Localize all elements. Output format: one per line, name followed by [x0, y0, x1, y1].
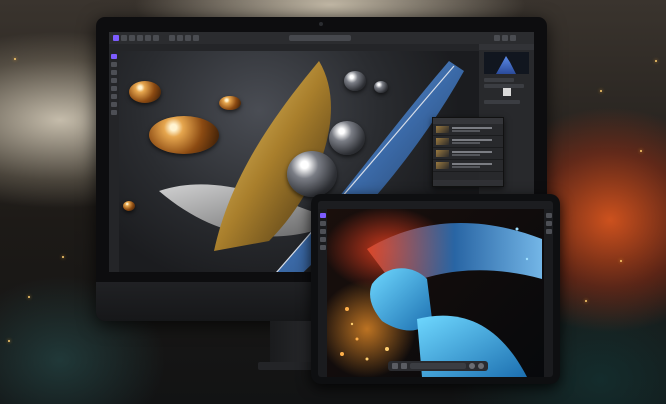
- spark-particle: [28, 296, 30, 298]
- histogram-panel: [484, 52, 529, 74]
- water-drop: [344, 71, 366, 91]
- context-option[interactable]: [410, 363, 466, 369]
- ipad-artwork[interactable]: [327, 209, 544, 377]
- persona-tone-map-icon[interactable]: [145, 35, 151, 41]
- layer-meta: [452, 154, 480, 156]
- ipad-screen: [318, 201, 553, 377]
- layer-row[interactable]: [433, 136, 503, 148]
- share-icon[interactable]: [510, 35, 516, 41]
- spark-particle: [600, 90, 602, 92]
- spark-particle: [585, 300, 587, 302]
- layer-thumbnail: [436, 150, 449, 157]
- persona-export-icon[interactable]: [153, 35, 159, 41]
- water-drop: [149, 116, 219, 154]
- brush-tool-icon[interactable]: [111, 70, 117, 75]
- panel-tabs[interactable]: [479, 44, 534, 50]
- layer-thumbnail: [436, 162, 449, 169]
- text-tool-icon[interactable]: [111, 102, 117, 107]
- assistant-icon[interactable]: [494, 35, 500, 41]
- panel-row[interactable]: [484, 100, 520, 104]
- layer-meta: [452, 166, 480, 168]
- snapping-icon[interactable]: [502, 35, 508, 41]
- layers-icon[interactable]: [546, 213, 552, 218]
- layer-name: [452, 151, 492, 153]
- selection-tool-icon[interactable]: [111, 62, 117, 67]
- selection-tool-icon[interactable]: [320, 229, 326, 234]
- layer-row[interactable]: [433, 124, 503, 136]
- adjustment-icon[interactable]: [169, 35, 175, 41]
- toolbar-right-group: [494, 35, 516, 41]
- layer-row[interactable]: [433, 160, 503, 172]
- persona-photo-icon[interactable]: [121, 35, 127, 41]
- tools-panel: [109, 51, 119, 272]
- histogram-graph: [496, 56, 516, 74]
- layer-name: [452, 139, 492, 141]
- move-tool-icon[interactable]: [111, 54, 117, 59]
- layer-name: [452, 163, 492, 165]
- ipad-toolbar: [318, 201, 553, 209]
- spark-particle: [620, 260, 622, 262]
- move-tool-icon[interactable]: [320, 213, 326, 218]
- panel-row[interactable]: [484, 78, 514, 82]
- persona-develop-icon[interactable]: [137, 35, 143, 41]
- history-icon[interactable]: [546, 229, 552, 234]
- water-drop: [287, 151, 337, 197]
- selection-icon[interactable]: [193, 35, 199, 41]
- clone-tool-icon[interactable]: [320, 245, 326, 250]
- spark-particle: [640, 150, 642, 152]
- settings-icon[interactable]: [478, 363, 484, 369]
- spark-particle: [655, 60, 657, 62]
- layer-thumbnail[interactable]: [503, 88, 511, 96]
- layer-meta: [452, 142, 480, 144]
- water-drop: [329, 121, 365, 155]
- ipad-tools-panel: [318, 209, 327, 377]
- water-drop: [374, 81, 388, 93]
- brush-tool-icon[interactable]: [320, 221, 326, 226]
- context-toolbar: [109, 44, 534, 51]
- crop-tool-icon[interactable]: [320, 237, 326, 242]
- layer-thumbnail: [436, 126, 449, 133]
- adjustments-icon[interactable]: [546, 221, 552, 226]
- undo-icon[interactable]: [392, 363, 398, 369]
- layers-icon[interactable]: [469, 363, 475, 369]
- redo-icon[interactable]: [401, 363, 407, 369]
- layer-row[interactable]: [433, 148, 503, 160]
- layer-name: [452, 127, 492, 129]
- healing-tool-icon[interactable]: [111, 94, 117, 99]
- view-mode-icon[interactable]: [289, 35, 351, 41]
- water-drop: [219, 96, 241, 110]
- mask-icon[interactable]: [185, 35, 191, 41]
- layer-meta: [452, 130, 480, 132]
- layers-panel-footer[interactable]: [433, 180, 503, 186]
- crop-tool-icon[interactable]: [111, 78, 117, 83]
- water-drop: [129, 81, 161, 103]
- filter-icon[interactable]: [177, 35, 183, 41]
- spark-particle: [8, 340, 10, 342]
- spark-particle: [62, 256, 64, 258]
- layers-panel: [432, 117, 504, 187]
- spark-particle: [14, 58, 16, 60]
- water-drop: [123, 201, 135, 211]
- ipad-context-bar: [388, 361, 488, 371]
- portrait-artwork: [340, 222, 542, 377]
- persona-liquify-icon[interactable]: [129, 35, 135, 41]
- app-menu-icon[interactable]: [113, 35, 119, 41]
- clone-tool-icon[interactable]: [111, 86, 117, 91]
- toolbar-tools-group: [169, 35, 199, 41]
- layer-thumbnail: [436, 138, 449, 145]
- toolbar-left-group: [113, 35, 159, 41]
- camera: [319, 22, 323, 26]
- ipad-studio-panel: [544, 209, 553, 377]
- shape-tool-icon[interactable]: [111, 110, 117, 115]
